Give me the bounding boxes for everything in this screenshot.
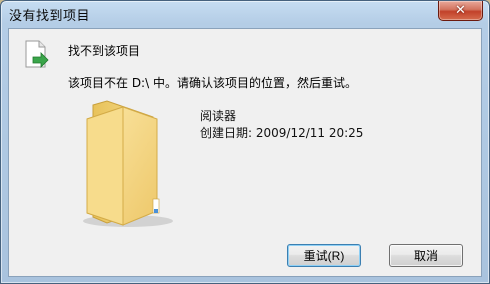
file-move-icon (25, 40, 49, 68)
window-title: 没有找到项目 (9, 9, 91, 24)
close-button[interactable]: ✕ (438, 1, 483, 21)
retry-button[interactable]: 重试(R) (287, 244, 361, 267)
dialog-window: 没有找到项目 ✕ 找不到该项目 该项目不在 D:\ 中。请确认该项目的位置，然后… (0, 0, 490, 284)
close-icon: ✕ (455, 3, 466, 18)
item-created-date: 创建日期: 2009/12/11 20:25 (200, 126, 364, 140)
item-name: 阅读器 (200, 109, 237, 123)
title-bar[interactable]: 没有找到项目 ✕ (1, 1, 489, 27)
dialog-content: 找不到该项目 该项目不在 D:\ 中。请确认该项目的位置，然后重试。 阅读器 创 (8, 28, 482, 277)
folder-icon (83, 100, 173, 227)
cancel-button[interactable]: 取消 (389, 244, 463, 267)
dialog-heading: 找不到该项目 (68, 44, 141, 58)
dialog-message: 该项目不在 D:\ 中。请确认该项目的位置，然后重试。 (68, 76, 357, 90)
